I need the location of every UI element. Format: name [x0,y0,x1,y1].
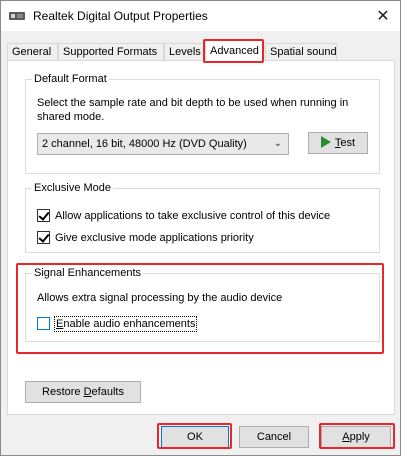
default-format-group: Default Format Select the sample rate an… [25,72,380,174]
window-title: Realtek Digital Output Properties [33,9,208,23]
format-select[interactable]: 2 channel, 16 bit, 48000 Hz (DVD Quality… [37,133,289,155]
priority-label: Give exclusive mode applications priorit… [55,232,254,244]
advanced-panel: Default Format Select the sample rate an… [7,60,395,415]
close-icon[interactable]: ✕ [372,6,394,26]
priority-checkbox[interactable] [37,231,50,244]
tab-supported-formats[interactable]: Supported Formats [58,43,164,60]
exclusive-mode-group: Exclusive Mode Allow applications to tak… [25,181,380,253]
play-icon [320,136,331,148]
restore-defaults-end: efaults [91,386,124,398]
tab-strip: General Supported Formats Levels Advance… [7,40,395,61]
test-button-label: est [340,137,356,149]
apply-button[interactable]: Apply [321,426,391,448]
restore-defaults-button[interactable]: Restore Defaults [25,381,141,403]
title-bar: Realtek Digital Output Properties ✕ [1,1,400,31]
signal-enhancements-title: Signal Enhancements [32,266,144,280]
enable-enhancements-label: Enable audio enhancements [53,316,198,332]
priority-row[interactable]: Give exclusive mode applications priorit… [37,230,367,246]
signal-enhancements-description: Allows extra signal processing by the au… [37,292,283,304]
allow-exclusive-checkbox[interactable] [37,209,50,222]
tab-general[interactable]: General [7,43,58,60]
apply-label: pply [349,431,370,443]
allow-exclusive-label: Allow applications to take exclusive con… [55,210,331,222]
enable-enhancements-checkbox[interactable] [37,317,50,330]
enable-enhancements-text: nable audio enhancements [63,318,196,330]
properties-window: Realtek Digital Output Properties ✕ Gene… [0,0,401,456]
allow-exclusive-row[interactable]: Allow applications to take exclusive con… [37,208,367,224]
speaker-device-icon [9,12,25,20]
signal-enhancements-group: Signal Enhancements Allows extra signal … [25,266,380,342]
ok-button[interactable]: OK [161,426,229,448]
enable-enhancements-row[interactable]: Enable audio enhancements [37,316,237,332]
default-format-description: Select the sample rate and bit depth to … [37,97,349,123]
apply-accel: A [342,431,350,443]
tab-spatial-sound[interactable]: Spatial sound [265,43,337,60]
test-button[interactable]: Test [308,132,368,154]
tab-advanced[interactable]: Advanced [205,40,263,61]
restore-defaults-accel: D [83,386,92,398]
format-select-value: 2 channel, 16 bit, 48000 Hz (DVD Quality… [42,138,247,150]
cancel-button[interactable]: Cancel [239,426,309,448]
chevron-down-icon: ⌄ [273,138,282,149]
default-format-title: Default Format [32,72,109,86]
exclusive-mode-title: Exclusive Mode [32,181,114,195]
tab-levels[interactable]: Levels [164,43,204,60]
restore-defaults-start: Restore [42,386,84,398]
